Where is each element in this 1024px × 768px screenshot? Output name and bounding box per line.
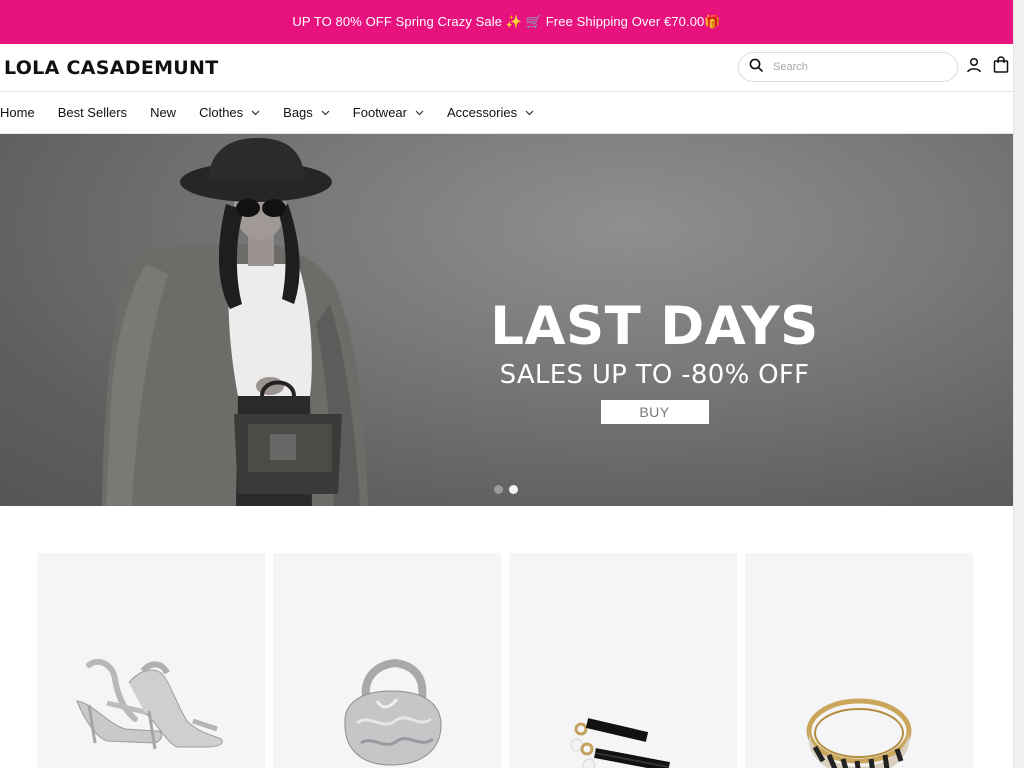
nav-item-best-sellers[interactable]: Best Sellers	[58, 105, 127, 120]
search-input[interactable]	[773, 61, 943, 73]
product-card[interactable]	[509, 553, 737, 768]
slider-pagination	[494, 485, 518, 494]
announcement-text: UP TO 80% OFF Spring Crazy Sale ✨ 🛒 Free…	[292, 14, 721, 29]
page-content: UP TO 80% OFF Spring Crazy Sale ✨ 🛒 Free…	[0, 0, 1013, 768]
gold-bangle-bracelet-icon	[806, 698, 912, 768]
main-navigation: Home Best Sellers New Clothes Bags Footw…	[0, 92, 1013, 134]
page-scrollbar[interactable]	[1013, 0, 1024, 768]
announcement-bar[interactable]: UP TO 80% OFF Spring Crazy Sale ✨ 🛒 Free…	[0, 0, 1013, 44]
silver-ruched-bag-icon	[344, 658, 442, 766]
nav-item-accessories[interactable]: Accessories	[447, 105, 534, 120]
nav-item-label: Home	[0, 105, 35, 120]
account-button[interactable]	[964, 57, 984, 77]
slider-dot-1[interactable]	[494, 485, 503, 494]
hero-buy-button[interactable]: BUY	[600, 400, 709, 424]
product-card[interactable]	[745, 553, 973, 768]
nav-item-clothes[interactable]: Clothes	[199, 105, 260, 120]
hero-banner[interactable]: LAST DAYS SALES UP TO -80% OFF BUY	[0, 134, 1013, 506]
chevron-down-icon	[251, 110, 260, 116]
nav-item-footwear[interactable]: Footwear	[353, 105, 424, 120]
nav-item-label: Best Sellers	[57, 105, 128, 120]
site-header: LOLA CASADEMUNT	[0, 44, 1013, 92]
hero-title: LAST DAYS	[490, 296, 819, 357]
search-icon[interactable]	[749, 58, 763, 77]
nav-item-label: Bags	[283, 105, 313, 120]
shopping-bag-icon	[993, 56, 1009, 78]
nav-item-label: New	[150, 105, 177, 120]
page: UP TO 80% OFF Spring Crazy Sale ✨ 🛒 Free…	[0, 0, 1024, 768]
black-bar-earrings-icon	[570, 718, 670, 768]
nav-item-new[interactable]: New	[150, 105, 176, 120]
nav-item-label: Footwear	[352, 105, 407, 120]
nav-item-label: Clothes	[199, 105, 244, 120]
search-box[interactable]	[738, 52, 958, 82]
brand-logo[interactable]: LOLA CASADEMUNT	[4, 57, 219, 79]
silver-heeled-sandal-icon	[76, 658, 223, 750]
nav-item-label: Accessories	[447, 105, 518, 120]
hero-model-image	[102, 138, 368, 506]
user-icon	[966, 57, 982, 78]
slider-dot-2[interactable]	[509, 485, 518, 494]
hero-text-block: LAST DAYS SALES UP TO -80% OFF BUY	[477, 296, 832, 424]
product-card[interactable]	[37, 553, 265, 768]
nav-item-home[interactable]: Home	[0, 105, 35, 120]
chevron-down-icon	[525, 110, 534, 116]
chevron-down-icon	[321, 110, 330, 116]
chevron-down-icon	[415, 110, 424, 116]
product-card[interactable]	[273, 553, 501, 768]
hero-subtitle: SALES UP TO -80% OFF	[499, 360, 810, 390]
product-grid	[37, 553, 973, 768]
nav-item-bags[interactable]: Bags	[283, 105, 330, 120]
cart-button[interactable]	[991, 56, 1011, 78]
